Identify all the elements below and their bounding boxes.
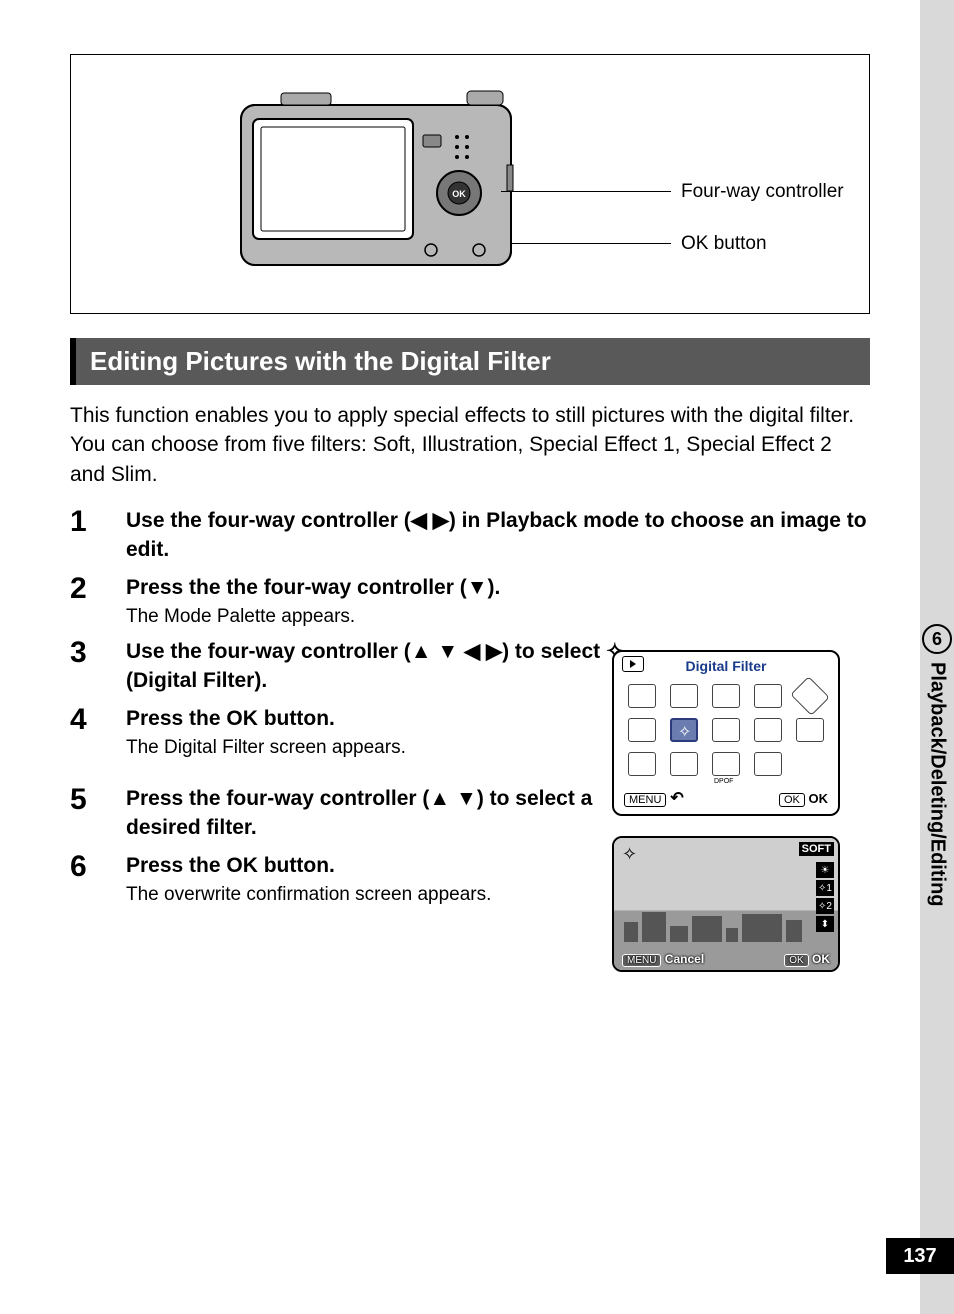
return-arrow-icon: ↶ [670,790,683,807]
palette-icon [754,684,782,708]
step-number: 1 [70,507,126,564]
step-desc: The overwrite confirmation screen appear… [126,884,626,906]
step-title: Use the four-way controller (◀ ▶) in Pla… [126,507,870,564]
mode-palette-grid: ✧ DPOF [614,678,838,784]
step-desc: The Mode Palette appears. [126,606,870,628]
page-number: 137 [886,1238,954,1274]
step-desc: The Digital Filter screen appears. [126,737,626,759]
arrow-icons: ▼ [467,576,488,599]
mode-palette-screen: Digital Filter ✧ DPOF MENU ↶ OK OK [612,650,840,816]
step-title-pre: Use the four-way controller ( [126,509,411,532]
camera-illustration: OK [231,75,531,295]
arrow-icons: ▲ ▼ ◀ ▶ [411,640,502,663]
step-title: Press the OK button. [126,852,626,880]
svg-text:OK: OK [452,189,466,199]
palette-icon [628,684,656,708]
section-intro: This function enables you to apply speci… [70,401,870,489]
step-title-post: ). [488,576,501,599]
step-title-pre: Press the the four-way controller ( [126,576,467,599]
section-heading: Editing Pictures with the Digital Filter [70,338,870,385]
palette-icon [712,718,740,742]
step-title-pre: Press the four-way controller ( [126,787,429,810]
palette-icon [754,752,782,776]
chapter-title: Playback/Deleting/Editing [926,662,949,907]
photo-buildings [624,906,828,942]
palette-icon [670,684,698,708]
cancel-text: Cancel [665,952,704,966]
palette-icon [712,684,740,708]
soft-filter-badge: SOFT [799,842,834,856]
step-title: Press the four-way controller (▲ ▼) to s… [126,785,626,842]
filter-indicator: ☀ [816,862,834,878]
palette-icon [670,752,698,776]
digital-filter-icon-selected: ✧ [670,718,698,742]
step-number: 2 [70,574,126,628]
ok-text: OK [809,791,829,806]
screen-footer: MENU Cancel OK OK [622,952,830,966]
ok-badge: OK [779,793,805,807]
step-number: 3 [70,638,126,695]
step-number: 6 [70,852,126,906]
camera-diagram-box: OK Four-way controller OK button [70,54,870,314]
step-2: 2 Press the the four-way controller (▼).… [70,574,870,628]
step-title: Use the four-way controller (▲ ▼ ◀ ▶) to… [126,638,626,695]
palette-icon [796,718,824,742]
menu-badge: MENU [624,793,666,807]
callout-line-ok [511,243,671,244]
screen-title: Digital Filter [614,658,838,674]
ok-text: OK [812,952,830,966]
preview-photo: ✧ SOFT ☀ ✧1 ✧2 ⬍ MENU Cancel OK OK [614,838,838,970]
palette-icon-dpof: DPOF [712,752,740,776]
screen-footer: MENU ↶ OK OK [614,784,838,814]
palette-icon [628,752,656,776]
chapter-side-tab: 6 Playback/Deleting/Editing [922,624,952,907]
palette-icon [754,718,782,742]
arrow-icons: ◀ ▶ [411,509,449,532]
ok-badge: OK [784,954,808,967]
step-number: 4 [70,705,126,759]
arrow-icons: ▲ ▼ [429,787,476,810]
step-1: 1 Use the four-way controller (◀ ▶) in P… [70,507,870,564]
menu-badge: MENU [622,954,661,967]
palette-icon [628,718,656,742]
step-title: Press the the four-way controller (▼). [126,574,870,602]
dpof-label: DPOF [714,778,733,785]
wand-icon: ✧ [622,844,637,865]
chapter-number-circle: 6 [922,624,952,654]
callout-label-controller: Four-way controller [681,181,844,203]
callout-label-ok: OK button [681,233,767,255]
step-title-pre: Use the four-way controller ( [126,640,411,663]
step-title: Press the OK button. [126,705,626,733]
palette-icon [792,678,829,715]
filter-preview-screen: ✧ SOFT ☀ ✧1 ✧2 ⬍ MENU Cancel OK OK [612,836,840,972]
step-number: 5 [70,785,126,842]
filter-indicator: ✧1 [816,880,834,896]
callout-line-controller [501,191,671,192]
